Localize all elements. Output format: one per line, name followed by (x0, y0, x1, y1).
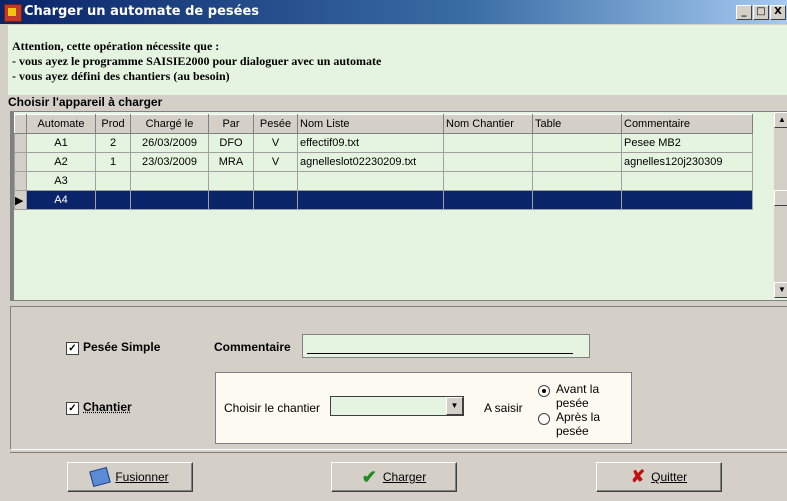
cell-nom-chantier (443, 171, 533, 191)
cell-table (532, 133, 622, 153)
cell-nom-liste (297, 190, 444, 210)
device-grid[interactable]: Automate Prod Chargé le Par Pesée Nom Li… (10, 111, 787, 301)
cell-charge-le (130, 190, 209, 210)
cell-commentaire (621, 190, 753, 210)
row-indicator-current: ▶ (14, 190, 27, 210)
chantier-checkbox[interactable]: ✓ (66, 402, 79, 415)
cell-commentaire (621, 171, 753, 191)
window-title: Charger un automate de pesées (24, 4, 260, 19)
col-pesee[interactable]: Pesée (253, 114, 298, 134)
cell-table (532, 152, 622, 172)
radio-apres-pesee[interactable] (538, 413, 550, 425)
scroll-up-arrow-icon[interactable]: ▲ (774, 112, 787, 128)
cell-prod: 1 (95, 152, 131, 172)
info-line-2: - vous ayez le programme SAISIE2000 pour… (12, 54, 382, 68)
cell-pesee (253, 190, 298, 210)
table-header-row: Automate Prod Chargé le Par Pesée Nom Li… (14, 114, 753, 134)
cell-table (532, 171, 622, 191)
cell-nom-liste (297, 171, 444, 191)
cell-automate: A3 (26, 171, 96, 191)
radio-avant-pesee[interactable] (538, 385, 550, 397)
cell-nom-liste: agnelleslot02230209.txt (297, 152, 444, 172)
table-row[interactable]: A1 2 26/03/2009 DFO V effectif09.txt Pes… (14, 133, 753, 153)
cell-par: DFO (208, 133, 254, 153)
col-nom-chantier[interactable]: Nom Chantier (443, 114, 533, 134)
cell-par: MRA (208, 152, 254, 172)
col-par[interactable]: Par (208, 114, 254, 134)
cell-prod (95, 171, 131, 191)
cell-nom-liste: effectif09.txt (297, 133, 444, 153)
dropdown-arrow-icon[interactable]: ▼ (446, 397, 463, 415)
choisir-chantier-label: Choisir le chantier (224, 401, 321, 415)
col-prod[interactable]: Prod (95, 114, 131, 134)
table-row[interactable]: A2 1 23/03/2009 MRA V agnelleslot0223020… (14, 152, 753, 172)
pesee-simple-label[interactable]: Pesée Simple (83, 340, 160, 354)
quitter-button[interactable]: ✘ Quitter (596, 462, 722, 492)
row-indicator (14, 171, 27, 191)
info-line-3: - vous ayez défini des chantiers (au bes… (12, 69, 230, 83)
device-table: Automate Prod Chargé le Par Pesée Nom Li… (14, 114, 753, 210)
row-indicator-header (14, 114, 27, 134)
row-indicator (14, 133, 27, 153)
commentaire-input[interactable] (302, 334, 590, 358)
chantier-select[interactable]: ▼ (330, 396, 464, 416)
info-line-1: Attention, cette opération nécessite que… (12, 39, 220, 53)
cell-table (532, 190, 622, 210)
radio-avant-pesee-label[interactable]: Avant la pesée (556, 382, 631, 410)
cell-nom-chantier (443, 133, 533, 153)
cell-par (208, 190, 254, 210)
col-nom-liste[interactable]: Nom Liste (297, 114, 444, 134)
cell-pesee: V (253, 133, 298, 153)
app-icon (4, 4, 22, 22)
fusionner-button[interactable]: Fusionner (67, 462, 193, 492)
maximize-button[interactable]: □ (753, 5, 769, 20)
pesee-simple-checkbox[interactable]: ✓ (66, 342, 79, 355)
cell-commentaire: Pesee MB2 (621, 133, 753, 153)
scroll-down-arrow-icon[interactable]: ▼ (774, 282, 787, 298)
cell-automate: A4 (26, 190, 96, 210)
cell-prod (95, 190, 131, 210)
row-indicator (14, 152, 27, 172)
grid-vertical-scrollbar[interactable]: ▲ ▼ (774, 112, 787, 298)
col-automate[interactable]: Automate (26, 114, 96, 134)
close-x-icon: ✘ (630, 467, 646, 486)
table-row[interactable]: A3 (14, 171, 753, 191)
cell-pesee: V (253, 152, 298, 172)
cell-nom-chantier (443, 190, 533, 210)
cell-par (208, 171, 254, 191)
cell-nom-chantier (443, 152, 533, 172)
grid-label: Choisir l'appareil à charger (8, 95, 163, 109)
checkmark-icon: ✔ (361, 467, 377, 487)
fusionner-icon (89, 466, 112, 488)
cell-automate: A2 (26, 152, 96, 172)
info-panel: Attention, cette opération nécessite que… (8, 25, 787, 95)
col-commentaire[interactable]: Commentaire (621, 114, 753, 134)
a-saisir-label: A saisir (484, 401, 523, 415)
minimize-button[interactable]: _ (736, 5, 752, 20)
chantier-label[interactable]: Chantier (83, 400, 132, 414)
col-charge-le[interactable]: Chargé le (130, 114, 209, 134)
charger-button[interactable]: ✔ Charger (331, 462, 457, 492)
close-button[interactable]: X (770, 5, 786, 20)
col-table[interactable]: Table (532, 114, 622, 134)
charger-label: Charger (382, 470, 427, 484)
fusionner-label: Fusionner (115, 470, 169, 484)
cell-prod: 2 (95, 133, 131, 153)
cell-commentaire: agnelles120j230309 (621, 152, 753, 172)
chantier-group: Choisir le chantier ▼ A saisir Avant la … (215, 372, 632, 444)
cell-charge-le (130, 171, 209, 191)
cell-charge-le: 26/03/2009 (130, 133, 209, 153)
quitter-label: Quitter (651, 470, 688, 484)
radio-apres-pesee-label[interactable]: Après la pesée (556, 410, 631, 438)
commentaire-label: Commentaire (214, 340, 291, 354)
table-row-selected[interactable]: ▶ A4 (14, 190, 753, 210)
cell-charge-le: 23/03/2009 (130, 152, 209, 172)
scrollbar-thumb[interactable] (774, 190, 787, 206)
cell-pesee (253, 171, 298, 191)
title-bar: Charger un automate de pesées _ □ X (0, 0, 787, 24)
cell-automate: A1 (26, 133, 96, 153)
